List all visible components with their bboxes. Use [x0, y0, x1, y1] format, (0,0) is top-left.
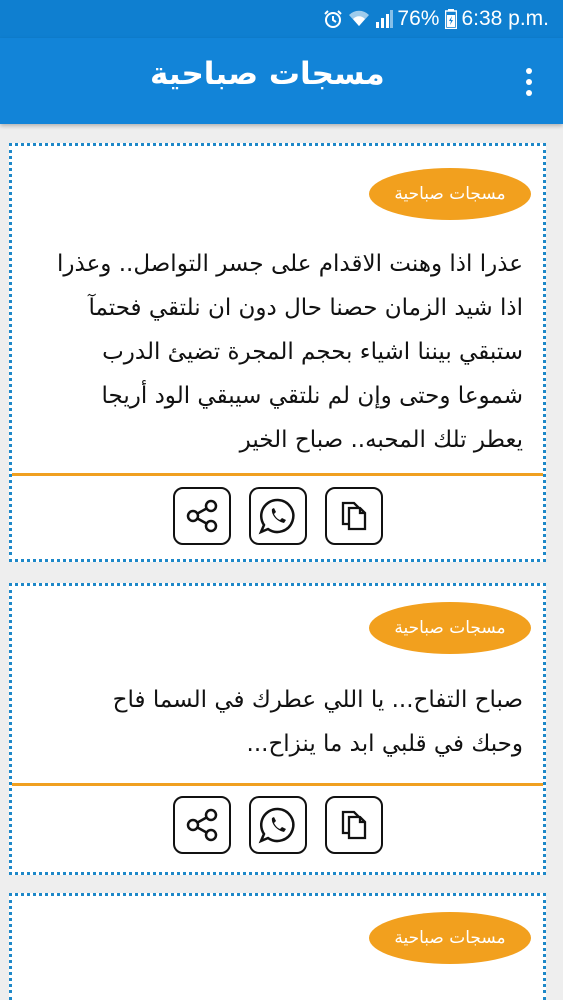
message-line: اذا شيد الزمان حصنا حال دون ان نلتقي فحت…	[88, 295, 523, 321]
share-button[interactable]	[172, 487, 231, 545]
message-line: صباح التفاح... يا اللي عطرك في السما فاح	[112, 687, 523, 713]
message-card: مسجات صباحية عذرا اذا وهنت الاقدام على ج…	[9, 143, 546, 562]
share-icon	[186, 808, 217, 842]
divider	[12, 473, 543, 476]
signal-icon	[375, 10, 394, 28]
whatsapp-icon	[258, 498, 295, 535]
message-card: مسجات صباحية صباح التفاح... يا اللي عطرك…	[9, 583, 546, 875]
wifi-icon	[349, 10, 370, 28]
share-button[interactable]	[172, 796, 231, 854]
copy-button[interactable]	[324, 487, 383, 545]
page-title: مسجات صباحية	[150, 56, 385, 92]
message-line: يعطر تلك المحبه.. صباح الخير	[239, 427, 523, 453]
battery-percent: 76%	[397, 7, 440, 30]
copy-button[interactable]	[324, 796, 383, 854]
message-text[interactable]: صباح التفاح... يا اللي عطرك في السما فاح…	[38, 678, 523, 766]
message-line: ستبقي بيننا اشياء بحجم المجرة تضيئ الدرب	[102, 339, 523, 365]
message-line: شموعا وحتى وإن لم نلتقي سيبقي الود أريجا	[101, 383, 524, 409]
alarm-icon	[323, 9, 343, 29]
message-card: مسجات صباحية	[9, 893, 546, 1000]
divider	[12, 783, 543, 786]
battery-icon	[445, 9, 458, 29]
whatsapp-button[interactable]	[248, 487, 307, 545]
message-text[interactable]: عذرا اذا وهنت الاقدام على جسر التواصل.. …	[38, 242, 523, 462]
copy-icon	[341, 501, 366, 531]
action-bar	[12, 487, 543, 549]
copy-icon	[341, 810, 366, 840]
whatsapp-icon	[258, 807, 295, 844]
app-bar: مسجات صباحية	[0, 38, 563, 124]
category-badge: مسجات صباحية	[369, 912, 531, 964]
category-badge: مسجات صباحية	[369, 602, 531, 654]
action-bar	[12, 796, 543, 858]
clock: 6:38 p.m.	[461, 7, 549, 30]
whatsapp-button[interactable]	[248, 796, 307, 854]
share-icon	[186, 499, 217, 533]
more-vert-icon[interactable]	[515, 64, 543, 100]
category-badge: مسجات صباحية	[369, 168, 531, 220]
message-line: عذرا اذا وهنت الاقدام على جسر التواصل.. …	[57, 251, 523, 277]
message-line: وحبك في قلبي ابد ما ينزاح...	[246, 731, 523, 757]
status-bar: 76% 6:38 p.m.	[0, 0, 563, 38]
